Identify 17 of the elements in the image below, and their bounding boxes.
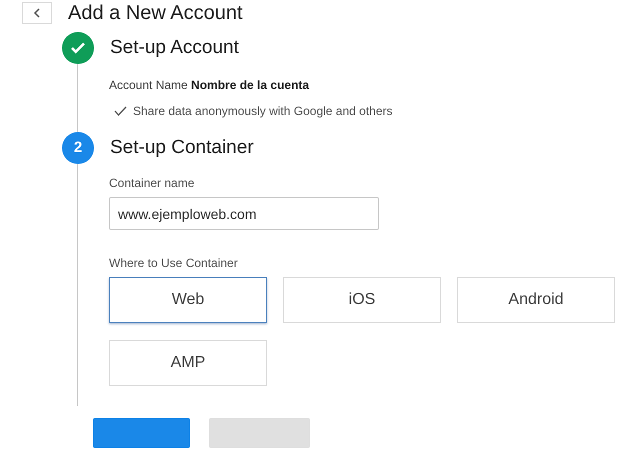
account-name: Account Name Nombre de la cuenta [109, 77, 310, 94]
platform-option[interactable]: AMP [109, 340, 267, 386]
step-title: Set-up Account [110, 36, 239, 60]
field-label: Container name [109, 175, 196, 192]
step-number: 2 [62, 132, 94, 164]
completed-step-icon [62, 32, 94, 64]
share-data-text: Share data anonymously with Google and others [133, 103, 392, 120]
back-button[interactable] [22, 2, 52, 24]
platform-option[interactable]: iOS [283, 277, 441, 323]
field-label: Where to Use Container [109, 255, 239, 272]
continue-button[interactable] [93, 418, 190, 448]
platform-option[interactable]: Android [457, 277, 615, 323]
platform-option[interactable]: Web [109, 277, 267, 323]
cancel-button[interactable] [209, 418, 310, 448]
page-title: Add a New Account [68, 2, 243, 24]
step-title: Set-up Container [110, 136, 254, 160]
container-name-field[interactable]: www.ejemploweb.com [109, 197, 379, 230]
